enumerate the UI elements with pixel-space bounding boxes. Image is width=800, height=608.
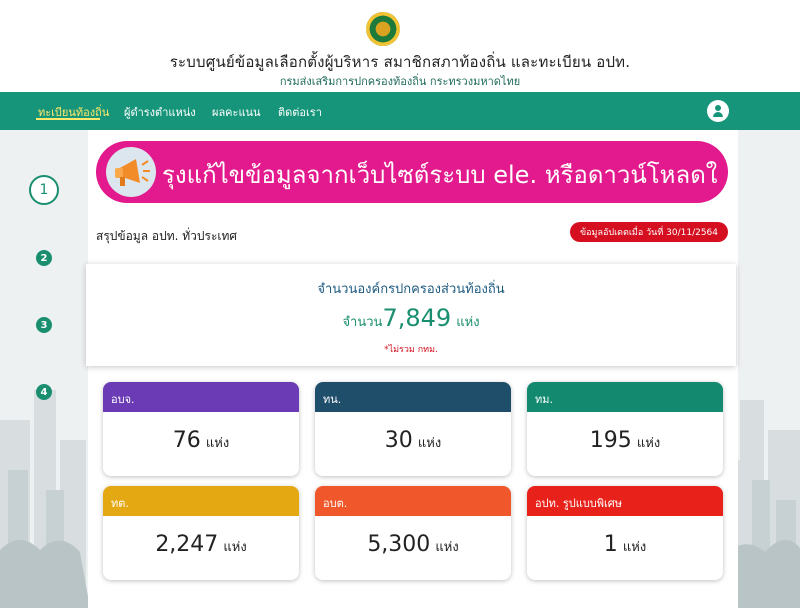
total-title: จำนวนองค์กรปกครองส่วนท้องถิ่น <box>317 282 505 297</box>
card-header: อบจ. <box>103 382 299 412</box>
total-value: 7,849 <box>382 304 452 332</box>
category-card[interactable]: ทม. 195 แห่ง <box>527 382 723 476</box>
card-value-row: 1 แห่ง <box>527 532 723 557</box>
update-date-badge: ข้อมูลอัปเดตเมื่อ วันที่ 30/11/2564 <box>570 222 728 242</box>
card-value: 76 <box>172 428 201 453</box>
main-nav: ทะเบียนท้องถิ่น ผู้ดำรงตำแหน่ง ผลคะแนน ต… <box>0 92 800 130</box>
card-unit: แห่ง <box>622 540 647 555</box>
card-header: อปท. รูปแบบพิเศษ <box>527 486 723 516</box>
step-1[interactable]: 1 <box>29 175 59 205</box>
category-card[interactable]: อปท. รูปแบบพิเศษ 1 แห่ง <box>527 486 723 580</box>
summary-label: สรุปข้อมูล อปท. ทั่วประเทศ <box>96 229 238 243</box>
banner-text: รุงแก้ไขข้อมูลจากเว็บไซต์ระบบ ele. หรือด… <box>162 161 718 189</box>
category-card[interactable]: อบจ. 76 แห่ง <box>103 382 299 476</box>
nav-active-indicator <box>36 118 100 120</box>
card-unit: แห่ง <box>223 540 247 555</box>
category-card[interactable]: ทต. 2,247 แห่ง <box>103 486 299 580</box>
step-3[interactable]: 3 <box>36 317 52 333</box>
card-unit: แห่ง <box>636 436 661 451</box>
step-4[interactable]: 4 <box>36 384 52 400</box>
card-header: ทน. <box>315 382 511 412</box>
card-value: 30 <box>384 428 413 453</box>
announcement-banner[interactable]: รุงแก้ไขข้อมูลจากเว็บไซต์ระบบ ele. หรือด… <box>96 141 728 203</box>
card-value-row: 2,247 แห่ง <box>103 532 299 557</box>
category-card[interactable]: อบต. 5,300 แห่ง <box>315 486 511 580</box>
card-value: 1 <box>603 532 618 557</box>
card-value: 195 <box>589 428 632 453</box>
card-unit: แห่ง <box>435 540 459 555</box>
site-subtitle: กรมส่งเสริมการปกครองท้องถิ่น กระทรวงมหาด… <box>279 75 521 88</box>
total-unit: แห่ง <box>456 315 480 330</box>
site-header: ระบบศูนย์ข้อมูลเลือกตั้งผู้บริหาร สมาชิก… <box>0 0 800 92</box>
nav-item-contact[interactable]: ติดต่อเรา <box>278 103 322 121</box>
total-note: *ไม่รวม กทม. <box>384 345 438 355</box>
department-logo <box>366 12 400 46</box>
total-organizations-card: จำนวนองค์กรปกครองส่วนท้องถิ่น จำนวน7,849… <box>86 264 736 366</box>
card-header: ทต. <box>103 486 299 516</box>
site-title: ระบบศูนย์ข้อมูลเลือกตั้งผู้บริหาร สมาชิก… <box>169 53 631 71</box>
card-value: 2,247 <box>155 532 219 557</box>
nav-item-office-holders[interactable]: ผู้ดำรงตำแหน่ง <box>124 103 196 121</box>
total-count-row: จำนวน7,849 แห่ง <box>86 304 736 332</box>
card-value-row: 76 แห่ง <box>103 428 299 453</box>
card-header: อบต. <box>315 486 511 516</box>
card-header: ทม. <box>527 382 723 412</box>
step-2[interactable]: 2 <box>36 250 52 266</box>
card-unit: แห่ง <box>205 436 230 451</box>
megaphone-icon <box>106 147 156 197</box>
card-value-row: 30 แห่ง <box>315 428 511 453</box>
card-value-row: 195 แห่ง <box>527 428 723 453</box>
card-unit: แห่ง <box>417 436 442 451</box>
card-value-row: 5,300 แห่ง <box>315 532 511 557</box>
total-label: จำนวน <box>342 315 383 330</box>
nav-item-scores[interactable]: ผลคะแนน <box>212 103 261 121</box>
category-card[interactable]: ทน. 30 แห่ง <box>315 382 511 476</box>
user-icon[interactable] <box>707 100 729 122</box>
card-value: 5,300 <box>367 532 431 557</box>
